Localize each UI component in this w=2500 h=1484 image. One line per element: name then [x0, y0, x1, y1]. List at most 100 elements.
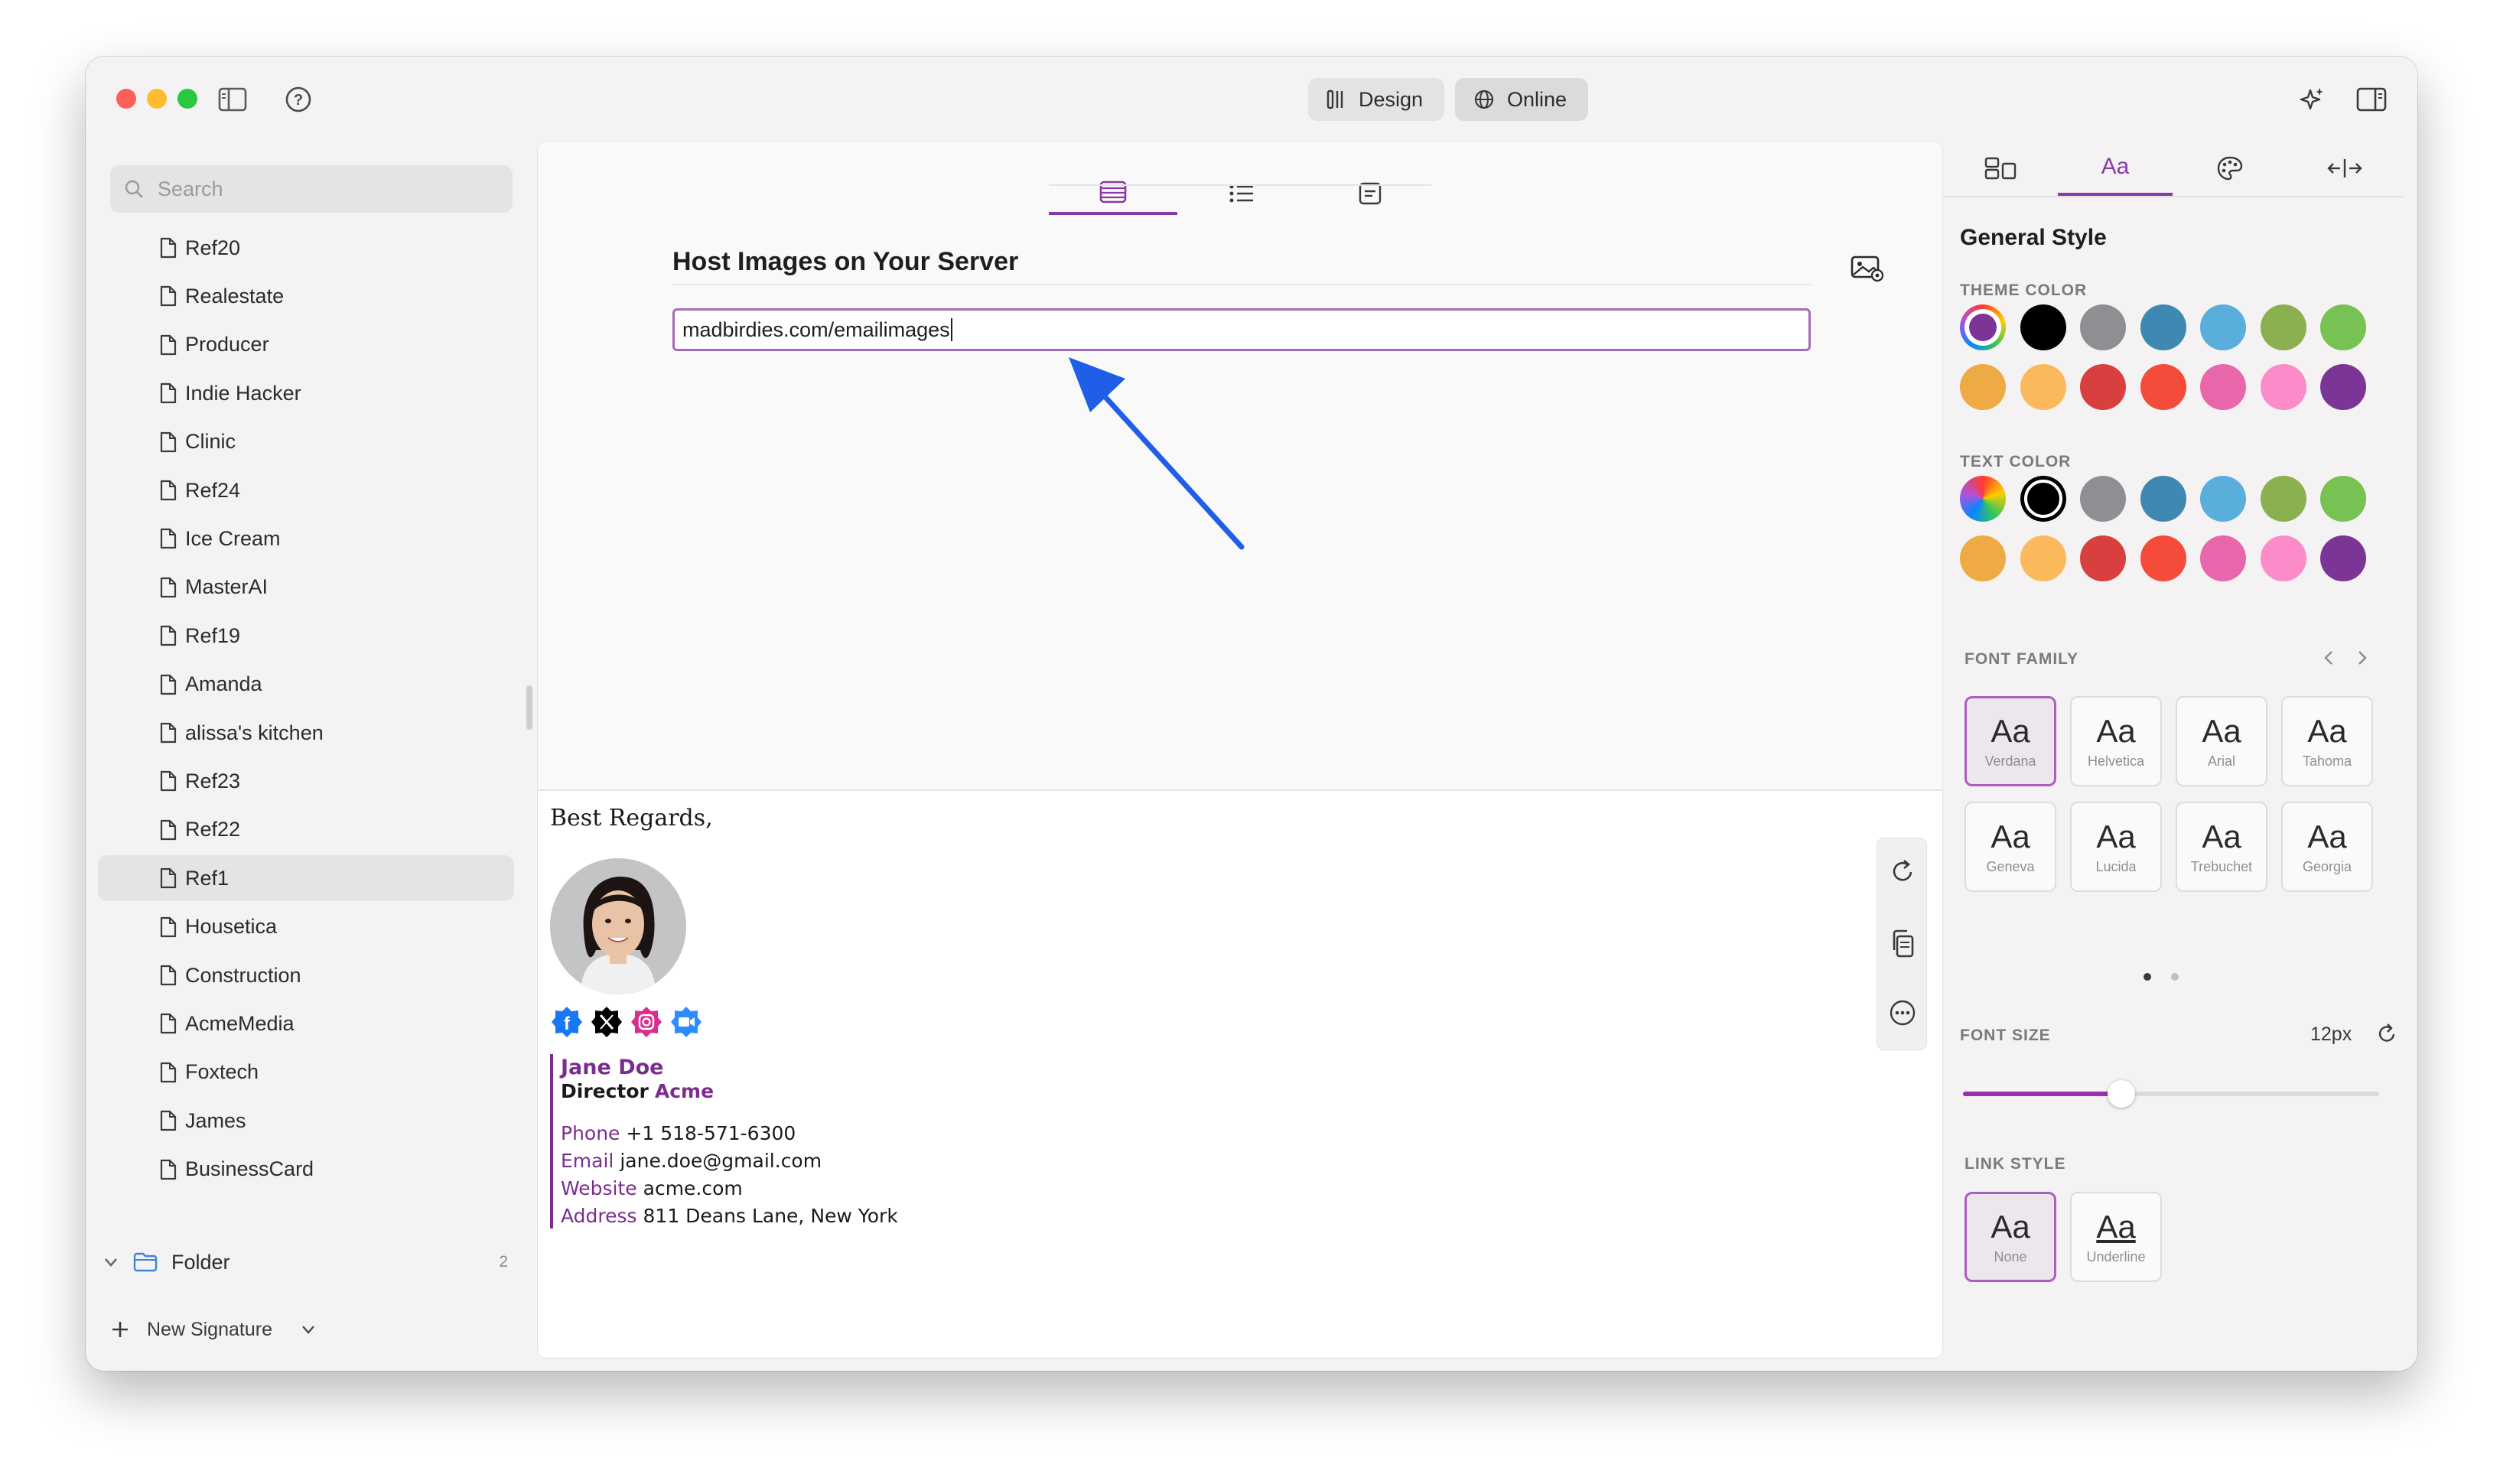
sidebar-item[interactable]: Realestate — [98, 273, 514, 319]
design-toggle-button[interactable]: Design — [1308, 78, 1444, 121]
sidebar-item[interactable]: Ref23 — [98, 758, 514, 804]
theme-custom-color-swatch[interactable] — [1960, 304, 2006, 350]
text-color-swatch[interactable] — [2260, 535, 2306, 581]
zoom-window-button[interactable] — [177, 89, 197, 109]
font-option[interactable]: Aa Lucida — [2070, 802, 2162, 892]
font-next-icon[interactable] — [2353, 649, 2370, 671]
font-option[interactable]: Aa Helvetica — [2070, 696, 2162, 786]
theme-color-swatch[interactable] — [2080, 304, 2126, 350]
theme-color-swatch[interactable] — [2260, 304, 2306, 350]
theme-color-swatch[interactable] — [2020, 364, 2066, 410]
sidebar-item[interactable]: Ref19 — [98, 613, 514, 659]
tab-layout[interactable] — [1943, 141, 2058, 196]
theme-color-swatch[interactable] — [1960, 364, 2006, 410]
text-color-swatch[interactable] — [2260, 476, 2306, 522]
reset-font-size-icon[interactable] — [2376, 1022, 2397, 1049]
sidebar-item[interactable]: Indie Hacker — [98, 370, 514, 416]
minimize-window-button[interactable] — [147, 89, 167, 109]
refresh-icon[interactable] — [1889, 858, 1916, 890]
font-size-slider[interactable] — [1963, 1080, 2379, 1108]
document-icon — [160, 431, 177, 452]
page-dot-active[interactable] — [2144, 973, 2151, 981]
new-signature-button[interactable]: New Signature — [110, 1310, 317, 1349]
link-style-option[interactable]: Aa None — [1965, 1192, 2056, 1282]
theme-color-swatch[interactable] — [2020, 304, 2066, 350]
font-name: Lucida — [2095, 858, 2137, 874]
theme-color-swatch[interactable] — [2320, 364, 2366, 410]
help-icon[interactable]: ? — [283, 84, 314, 115]
font-option[interactable]: Aa Verdana — [1965, 696, 2056, 786]
instagram-icon[interactable] — [630, 1005, 663, 1039]
sidebar-item[interactable]: alissa's kitchen — [98, 710, 514, 756]
font-size-label: FONT SIZE — [1960, 1027, 2051, 1044]
tab-details[interactable] — [1177, 172, 1306, 215]
facebook-icon[interactable]: f — [550, 1005, 584, 1039]
website-label: Website — [561, 1177, 637, 1199]
text-color-swatch[interactable] — [2080, 476, 2126, 522]
sparkle-icon[interactable] — [2297, 84, 2327, 115]
text-color-swatch[interactable] — [2020, 535, 2066, 581]
font-option[interactable]: Aa Trebuchet — [2176, 802, 2267, 892]
tab-palette[interactable] — [2173, 141, 2287, 196]
copy-icon[interactable] — [1889, 929, 1916, 963]
sidebar-item[interactable]: Ref1 — [98, 855, 514, 902]
sidebar-item[interactable]: Ice Cream — [98, 516, 514, 561]
theme-color-swatch[interactable] — [2200, 304, 2246, 350]
sidebar-item[interactable]: Clinic — [98, 419, 514, 465]
theme-color-swatch[interactable] — [2140, 304, 2186, 350]
close-window-button[interactable] — [116, 89, 136, 109]
sidebar-item[interactable]: Amanda — [98, 662, 514, 708]
text-color-swatch[interactable] — [2140, 535, 2186, 581]
theme-color-swatch[interactable] — [2260, 364, 2306, 410]
inspector-toggle-icon[interactable] — [2355, 84, 2388, 115]
theme-color-swatch[interactable] — [2080, 364, 2126, 410]
slider-thumb[interactable] — [2107, 1080, 2135, 1108]
sidebar-item[interactable]: Construction — [98, 952, 514, 998]
sidebar-item[interactable]: James — [98, 1098, 514, 1144]
sidebar-item[interactable]: Housetica — [98, 904, 514, 950]
tab-text-style[interactable]: Aa — [2058, 141, 2173, 196]
text-custom-color-swatch[interactable] — [1960, 476, 2006, 522]
text-color-swatch[interactable] — [2320, 535, 2366, 581]
online-toggle-button[interactable]: Online — [1455, 78, 1588, 121]
document-icon — [160, 722, 177, 744]
sidebar-toggle-icon[interactable] — [217, 84, 248, 115]
more-options-icon[interactable] — [1889, 999, 1916, 1030]
theme-color-swatch[interactable] — [2200, 364, 2246, 410]
sidebar-resize-handle[interactable] — [526, 685, 532, 730]
tab-images[interactable] — [1049, 172, 1177, 215]
sidebar-item[interactable]: Ref20 — [98, 225, 514, 271]
font-prev-icon[interactable] — [2321, 649, 2338, 671]
sidebar-item[interactable]: Producer — [98, 322, 514, 368]
search-field[interactable]: Search — [110, 165, 513, 213]
link-style-option[interactable]: Aa Underline — [2070, 1192, 2162, 1282]
theme-color-swatch[interactable] — [2320, 304, 2366, 350]
theme-color-swatch[interactable] — [2140, 364, 2186, 410]
text-color-swatch[interactable] — [2200, 476, 2246, 522]
text-color-swatch[interactable] — [2020, 476, 2066, 522]
sidebar-item[interactable]: AcmeMedia — [98, 1001, 514, 1046]
text-color-swatch[interactable] — [2200, 535, 2246, 581]
text-color-swatch[interactable] — [2320, 476, 2366, 522]
image-settings-icon[interactable] — [1851, 255, 1884, 286]
sidebar-item[interactable]: Ref24 — [98, 467, 514, 513]
zoom-icon[interactable] — [669, 1005, 703, 1039]
page-dot[interactable] — [2171, 973, 2179, 981]
sidebar-item[interactable]: BusinessCard — [98, 1147, 514, 1193]
text-color-swatch[interactable] — [1960, 535, 2006, 581]
folder-item[interactable]: Folder 2 — [103, 1241, 516, 1284]
image-host-url-input[interactable]: madbirdies.com/emailimages — [672, 308, 1811, 351]
globe-icon — [1474, 89, 1494, 109]
sidebar-item[interactable]: Foxtech — [98, 1050, 514, 1095]
font-option[interactable]: Aa Geneva — [1965, 802, 2056, 892]
font-option[interactable]: Aa Arial — [2176, 696, 2267, 786]
tab-template[interactable] — [1306, 172, 1434, 215]
tab-spacing[interactable] — [2287, 141, 2402, 196]
text-color-swatch[interactable] — [2140, 476, 2186, 522]
font-option[interactable]: Aa Tahoma — [2281, 696, 2373, 786]
text-color-swatch[interactable] — [2080, 535, 2126, 581]
sidebar-item[interactable]: MasterAI — [98, 565, 514, 610]
x-twitter-icon[interactable] — [590, 1005, 623, 1039]
sidebar-item[interactable]: Ref22 — [98, 807, 514, 853]
font-option[interactable]: Aa Georgia — [2281, 802, 2373, 892]
